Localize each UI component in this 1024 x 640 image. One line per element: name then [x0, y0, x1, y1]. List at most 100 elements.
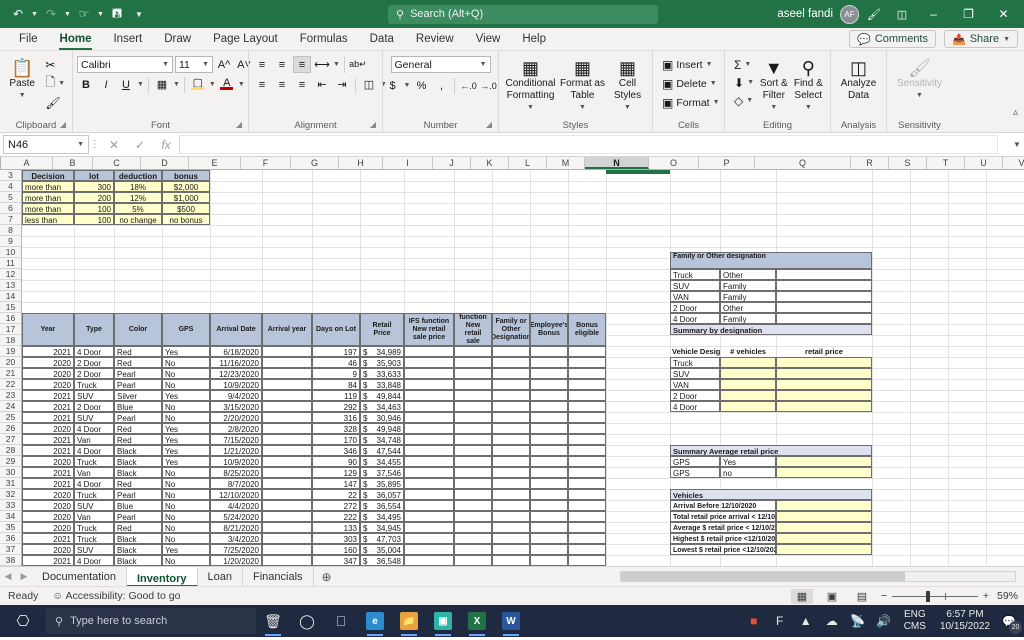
inventory-retail-price-8[interactable]: $34,748 — [360, 434, 404, 445]
bonus-table-cell-0-2[interactable]: 18% — [114, 181, 162, 192]
sort-filter-chevron-down-icon[interactable]: ▼ — [770, 102, 777, 114]
column-header-d[interactable]: D — [141, 157, 189, 169]
undo-icon[interactable]: ↶ — [8, 4, 28, 24]
inventory-arrival-date-0[interactable]: 6/18/2020 — [210, 346, 262, 357]
increase-decimal-button[interactable]: ←.0 — [459, 77, 477, 94]
inventory-color-4[interactable]: Silver — [114, 390, 162, 401]
inventory-retail-price-10[interactable]: $34,455 — [360, 456, 404, 467]
inventory-gps-15[interactable]: No — [162, 511, 210, 522]
inventory-formula-19-9[interactable] — [454, 555, 492, 566]
inventory-year-14[interactable]: 2020 — [22, 500, 74, 511]
summary-designation-count-4[interactable] — [720, 401, 776, 412]
inventory-arrival-year-14[interactable] — [262, 500, 312, 511]
row-header-30[interactable]: 30 — [0, 467, 21, 478]
name-box[interactable]: N46 ▼ — [3, 135, 89, 154]
inventory-retail-price-19[interactable]: $36,548 — [360, 555, 404, 566]
bonus-table-cell-2-0[interactable]: more than — [22, 203, 74, 214]
inventory-formula-8-11[interactable] — [530, 434, 568, 445]
inventory-color-14[interactable]: Blue — [114, 500, 162, 511]
summary-designation-header-1[interactable]: # vehicles — [720, 346, 776, 357]
save-icon[interactable]: 🖪 — [107, 4, 127, 24]
inventory-year-7[interactable]: 2020 — [22, 423, 74, 434]
inventory-type-12[interactable]: 4 Door — [74, 478, 114, 489]
zoom-out-button[interactable]: − — [881, 590, 887, 602]
tab-help[interactable]: Help — [511, 29, 557, 50]
inventory-arrival-year-4[interactable] — [262, 390, 312, 401]
wrap-text-button[interactable]: ab↵ — [349, 56, 367, 73]
font-color-button[interactable]: A — [218, 76, 236, 93]
share-button[interactable]: 📤 Share ▼ — [944, 30, 1018, 48]
inventory-days-on-lot-11[interactable]: 129 — [312, 467, 360, 478]
insert-chevron-down-icon[interactable]: ▼ — [706, 61, 713, 68]
inventory-retail-price-13[interactable]: $36,057 — [360, 489, 404, 500]
tab-draw[interactable]: Draw — [153, 29, 202, 50]
inventory-days-on-lot-4[interactable]: 119 — [312, 390, 360, 401]
inventory-color-13[interactable]: Pearl — [114, 489, 162, 500]
column-header-i[interactable]: I — [383, 157, 433, 169]
percent-style-button[interactable]: % — [412, 77, 430, 94]
inventory-type-3[interactable]: Truck — [74, 379, 114, 390]
inventory-formula-14-10[interactable] — [492, 500, 530, 511]
borders-chevron-down-icon[interactable]: ▼ — [173, 81, 180, 88]
previous-sheet-icon[interactable]: ◀ — [0, 571, 16, 582]
alignment-dialog-launcher-icon[interactable]: ◢ — [370, 118, 376, 131]
column-header-n[interactable]: N — [585, 157, 649, 169]
inventory-arrival-year-9[interactable] — [262, 445, 312, 456]
inventory-formula-6-11[interactable] — [530, 412, 568, 423]
inventory-header-12[interactable]: Bonus eligible — [568, 313, 606, 346]
row-header-13[interactable]: 13 — [0, 280, 21, 291]
inventory-arrival-date-9[interactable]: 1/21/2020 — [210, 445, 262, 456]
inventory-year-10[interactable]: 2020 — [22, 456, 74, 467]
row-header-11[interactable]: 11 — [0, 258, 21, 269]
inventory-retail-price-18[interactable]: $35,004 — [360, 544, 404, 555]
inventory-type-8[interactable]: Van — [74, 434, 114, 445]
inventory-gps-3[interactable]: No — [162, 379, 210, 390]
bonus-table-header-0[interactable]: Decision — [22, 170, 74, 181]
vehicles-summary-value-4[interactable] — [776, 544, 872, 555]
inventory-arrival-year-15[interactable] — [262, 511, 312, 522]
row-header-4[interactable]: 4 — [0, 181, 21, 192]
inventory-color-17[interactable]: Black — [114, 533, 162, 544]
summary-average-label-0[interactable]: GPS — [670, 456, 720, 467]
inventory-formula-0-12[interactable] — [568, 346, 606, 357]
vehicles-summary-label-4[interactable]: Lowest $ retail price <12/10/2020 — [670, 544, 776, 555]
inventory-formula-1-10[interactable] — [492, 357, 530, 368]
inventory-formula-18-11[interactable] — [530, 544, 568, 555]
name-box-chevron-down-icon[interactable]: ▼ — [77, 141, 84, 148]
inventory-formula-19-11[interactable] — [530, 555, 568, 566]
inventory-formula-6-10[interactable] — [492, 412, 530, 423]
zoom-in-button[interactable]: + — [983, 590, 989, 602]
row-header-28[interactable]: 28 — [0, 445, 21, 456]
row-header-27[interactable]: 27 — [0, 434, 21, 445]
zoom-level[interactable]: 59% — [997, 590, 1018, 602]
tab-view[interactable]: View — [465, 29, 512, 50]
inventory-formula-12-10[interactable] — [492, 478, 530, 489]
customize-qat-icon[interactable]: ▼ — [129, 4, 149, 24]
inventory-formula-19-10[interactable] — [492, 555, 530, 566]
inventory-year-4[interactable]: 2021 — [22, 390, 74, 401]
summary-designation-price-2[interactable] — [776, 379, 872, 390]
inventory-formula-1-8[interactable] — [404, 357, 454, 368]
sensitivity-button[interactable]: 🖌 Sensitivity ▼ — [894, 56, 946, 102]
align-middle-button[interactable]: ≡ — [273, 56, 291, 73]
inventory-arrival-date-12[interactable]: 8/7/2020 — [210, 478, 262, 489]
show-hidden-icons-chevron-up-icon[interactable]: ▲ — [794, 614, 818, 628]
inventory-retail-price-5[interactable]: $34,463 — [360, 401, 404, 412]
family-designation-type-0[interactable]: Truck — [670, 269, 720, 280]
summary-average-value-1[interactable] — [776, 467, 872, 478]
inventory-formula-10-10[interactable] — [492, 456, 530, 467]
bonus-table-cell-1-3[interactable]: $1,000 — [162, 192, 210, 203]
accessibility-status[interactable]: ☺ Accessibility: Good to go — [52, 590, 180, 602]
inventory-formula-14-12[interactable] — [568, 500, 606, 511]
inventory-formula-10-8[interactable] — [404, 456, 454, 467]
inventory-retail-price-12[interactable]: $35,895 — [360, 478, 404, 489]
inventory-formula-16-8[interactable] — [404, 522, 454, 533]
word-taskbar-icon[interactable]: W — [494, 605, 528, 637]
tab-file[interactable]: File — [8, 29, 49, 50]
inventory-arrival-date-19[interactable]: 1/20/2020 — [210, 555, 262, 566]
inventory-color-2[interactable]: Pearl — [114, 368, 162, 379]
inventory-arrival-date-18[interactable]: 7/25/2020 — [210, 544, 262, 555]
cancel-entry-icon[interactable]: ✕ — [101, 138, 127, 152]
summary-designation-count-0[interactable] — [720, 357, 776, 368]
inventory-arrival-date-14[interactable]: 4/4/2020 — [210, 500, 262, 511]
